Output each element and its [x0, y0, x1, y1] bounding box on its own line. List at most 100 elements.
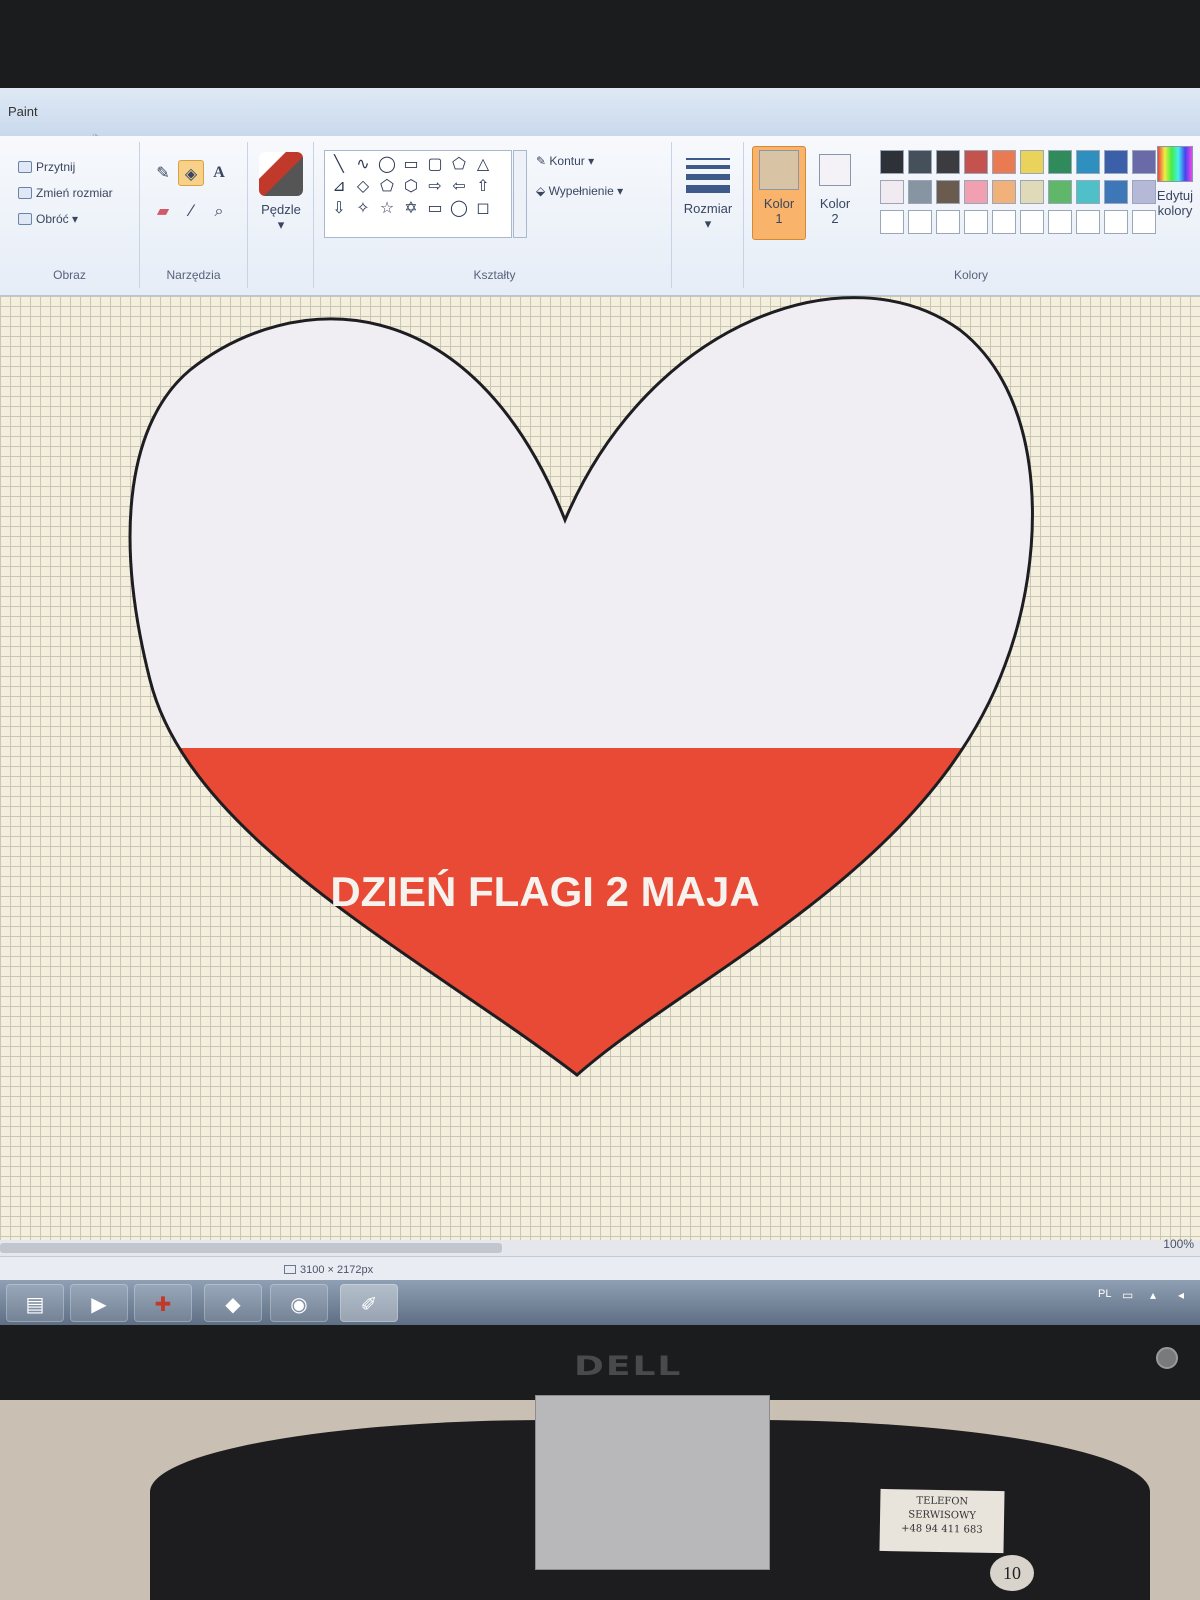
title-bar: Paint — [0, 88, 1200, 136]
chrome-icon[interactable]: ◉ — [270, 1284, 328, 1322]
magnifier-icon[interactable]: ⌕ — [206, 198, 232, 224]
palette-color-swatch[interactable] — [1104, 180, 1128, 204]
shape-option-icon[interactable]: ✧ — [351, 197, 375, 219]
palette-color-swatch[interactable] — [1048, 180, 1072, 204]
edit-colors-button[interactable]: Edytuj kolory — [1152, 146, 1198, 218]
fill-icon: ⬙ — [536, 184, 549, 198]
shape-option-icon[interactable]: ▭ — [423, 197, 447, 219]
shape-option-icon[interactable]: △ — [471, 153, 495, 175]
canvas-horizontal-scrollbar[interactable] — [0, 1240, 1200, 1256]
fill-bucket-icon[interactable]: ◈ — [178, 160, 204, 186]
resize-icon — [18, 187, 32, 199]
shapes-group: ╲ ∿ ◯ ▭ ▢ ⬠ △⊿ ◇ ⬠ ⬡ ⇨ ⇦ ⇧⇩ ✧ ☆ ✡ ▭ ◯ ◻ ✎ Kontur ▾ ⬙ Wypeł… — [318, 142, 672, 288]
palette-color-swatch[interactable] — [1048, 210, 1072, 234]
color-picker-icon[interactable]: ⁄ — [178, 198, 204, 224]
size-button[interactable]: Rozmiar ▾ — [680, 152, 736, 232]
palette-color-swatch[interactable] — [880, 150, 904, 174]
pencil-icon[interactable]: ✎ — [150, 160, 176, 186]
network-icon[interactable]: ▭ — [1122, 1288, 1133, 1302]
shape-option-icon[interactable]: ╲ — [327, 153, 351, 175]
chevron-down-icon: ▾ — [277, 217, 285, 232]
color1-swatch — [759, 150, 799, 190]
shape-option-icon[interactable]: ☆ — [375, 197, 399, 219]
screen: Paint Przytnij Zmień rozmiar Obróć ▾ Obr… — [0, 88, 1200, 1325]
canvas-scroll-thumb[interactable] — [0, 1243, 502, 1253]
shape-option-icon[interactable]: ▢ — [423, 153, 447, 175]
palette-color-swatch[interactable] — [964, 150, 988, 174]
shape-option-icon[interactable]: ◯ — [447, 197, 471, 219]
chevron-down-icon: ▾ — [584, 154, 595, 168]
outline-icon: ✎ — [536, 154, 550, 168]
paint-icon[interactable]: ✐ — [340, 1284, 398, 1322]
colors-group-label: Kolory — [953, 268, 988, 282]
shield-icon[interactable]: ✚ — [134, 1284, 192, 1322]
shape-option-icon[interactable]: ⇦ — [447, 175, 471, 197]
shape-option-icon[interactable]: ⬠ — [447, 153, 471, 175]
palette-color-swatch[interactable] — [992, 180, 1016, 204]
media-player-icon[interactable]: ▶ — [70, 1284, 128, 1322]
crop-icon — [18, 161, 32, 173]
palette-color-swatch[interactable] — [1104, 210, 1128, 234]
palette-color-swatch[interactable] — [1104, 150, 1128, 174]
palette-color-swatch[interactable] — [1048, 150, 1072, 174]
palette-color-swatch[interactable] — [964, 180, 988, 204]
shape-option-icon[interactable]: ◇ — [351, 175, 375, 197]
shapes-gallery: ╲ ∿ ◯ ▭ ▢ ⬠ △⊿ ◇ ⬠ ⬡ ⇨ ⇦ ⇧⇩ ✧ ☆ ✡ ▭ ◯ ◻ — [324, 150, 512, 238]
shape-option-icon[interactable]: ⇩ — [327, 197, 351, 219]
shape-option-icon[interactable]: ⬠ — [375, 175, 399, 197]
palette-color-swatch[interactable] — [1076, 150, 1100, 174]
palette-color-swatch[interactable] — [964, 210, 988, 234]
shapes-gallery-scroll[interactable] — [513, 150, 527, 238]
rotate-button[interactable]: Obróć ▾ — [18, 212, 78, 226]
monitor-brand-logo: DELL — [574, 1351, 683, 1382]
shape-option-icon[interactable]: ∿ — [351, 153, 375, 175]
colors-group: Kolory — [866, 142, 1156, 288]
palette-color-swatch[interactable] — [936, 180, 960, 204]
service-sticker: TELEFON SERWISOWY +48 94 411 683 — [879, 1488, 1005, 1554]
shape-option-icon[interactable]: ◯ — [375, 153, 399, 175]
heart-red-half — [130, 748, 1033, 1075]
volume-icon[interactable]: ◂ — [1178, 1288, 1184, 1302]
outline-dropdown[interactable]: ✎ Kontur ▾ — [536, 154, 594, 168]
line-width-icon — [686, 158, 730, 193]
fill-dropdown[interactable]: ⬙ Wypełnienie ▾ — [536, 184, 623, 198]
palette-color-swatch[interactable] — [908, 210, 932, 234]
palette-color-swatch[interactable] — [908, 150, 932, 174]
image-group-label: Obraz — [53, 268, 86, 282]
rotate-icon — [18, 213, 32, 225]
text-tool-icon[interactable]: A — [206, 160, 232, 186]
palette-color-swatch[interactable] — [992, 210, 1016, 234]
shape-option-icon[interactable]: ⊿ — [327, 175, 351, 197]
shape-option-icon[interactable]: ⇧ — [471, 175, 495, 197]
shape-option-icon[interactable]: ▭ — [399, 153, 423, 175]
palette-color-swatch[interactable] — [992, 150, 1016, 174]
shape-option-icon[interactable]: ⬡ — [399, 175, 423, 197]
drawing-canvas[interactable]: DZIEŃ FLAGI 2 MAJA — [0, 296, 1200, 1256]
shape-option-icon[interactable]: ◻ — [471, 197, 495, 219]
tray-expand-icon[interactable]: ▴ — [1150, 1288, 1156, 1302]
palette-color-swatch[interactable] — [1020, 180, 1044, 204]
palette-color-swatch[interactable] — [1020, 150, 1044, 174]
shape-option-icon[interactable]: ✡ — [399, 197, 423, 219]
folder-icon[interactable]: ◆ — [204, 1284, 262, 1322]
shape-option-icon[interactable]: ⇨ — [423, 175, 447, 197]
language-indicator[interactable]: PL — [1098, 1288, 1111, 1300]
resize-button[interactable]: Zmień rozmiar — [18, 186, 113, 200]
brushes-button[interactable]: Pędzle ▾ — [256, 152, 306, 233]
heart-drawing: DZIEŃ FLAGI 2 MAJA — [128, 296, 1034, 1077]
palette-color-swatch[interactable] — [1020, 210, 1044, 234]
palette-color-swatch[interactable] — [1076, 210, 1100, 234]
eraser-icon[interactable]: ▰ — [150, 198, 176, 224]
monitor-power-button[interactable] — [1156, 1347, 1178, 1369]
palette-color-swatch[interactable] — [880, 210, 904, 234]
palette-color-swatch[interactable] — [1076, 180, 1100, 204]
palette-color-swatch[interactable] — [908, 180, 932, 204]
palette-color-swatch[interactable] — [936, 210, 960, 234]
image-group: Przytnij Zmień rozmiar Obróć ▾ Obraz — [0, 142, 140, 288]
file-explorer-icon[interactable]: ▤ — [6, 1284, 64, 1322]
palette-color-swatch[interactable] — [936, 150, 960, 174]
palette-color-swatch[interactable] — [880, 180, 904, 204]
crop-button[interactable]: Przytnij — [18, 160, 75, 174]
color2-button[interactable]: Kolor 2 — [808, 150, 862, 226]
chevron-down-icon: ▾ — [704, 216, 712, 231]
